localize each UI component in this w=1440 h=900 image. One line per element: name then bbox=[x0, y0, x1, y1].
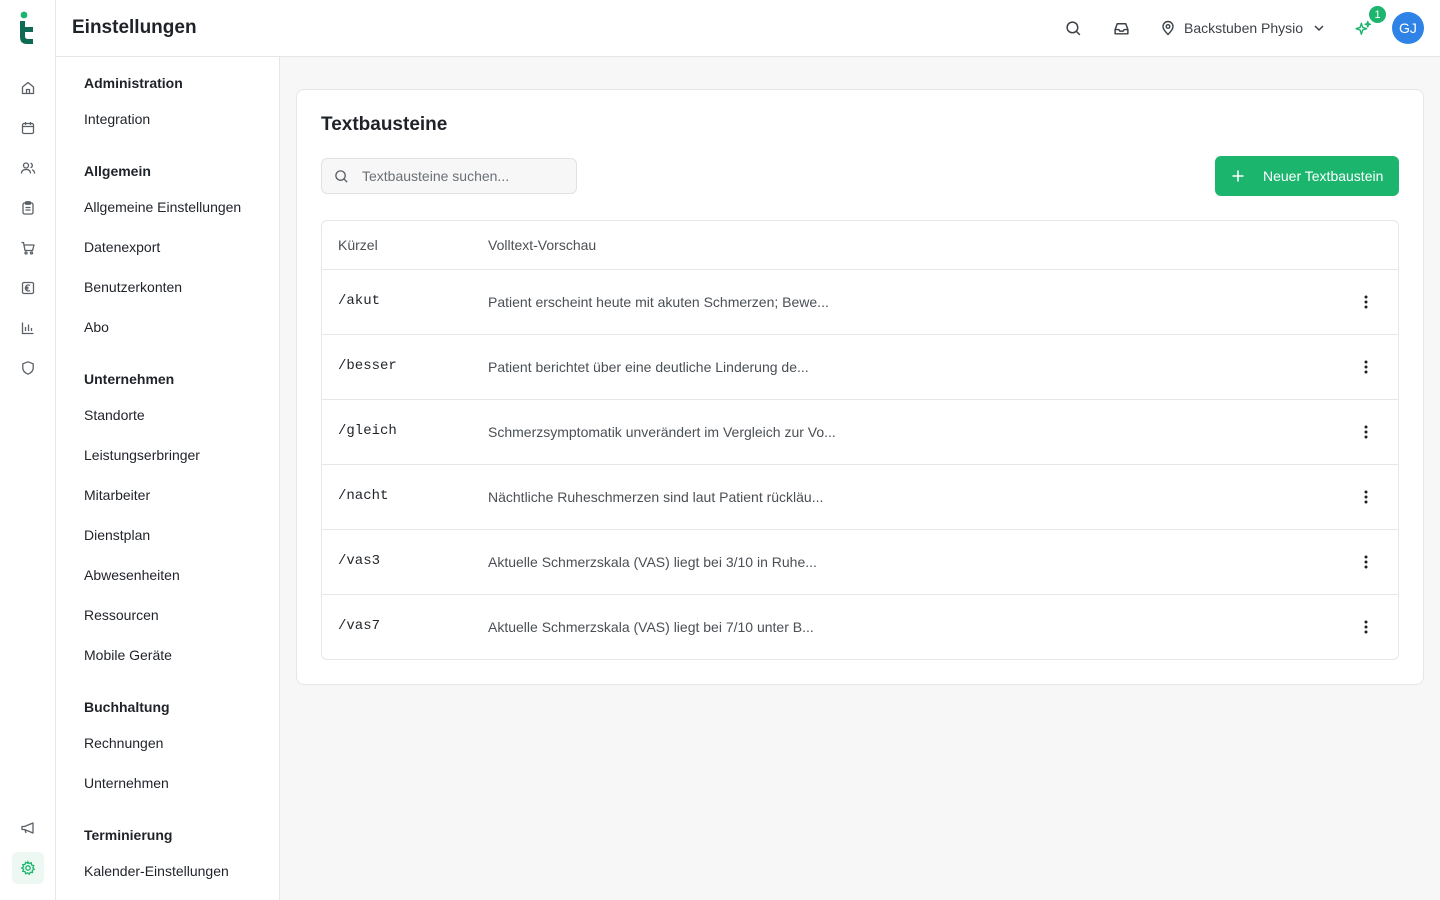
new-snippet-label: Neuer Textbaustein bbox=[1263, 168, 1384, 184]
more-vertical-icon bbox=[1364, 620, 1368, 634]
sparkles-icon bbox=[1354, 20, 1371, 35]
snippet-search[interactable] bbox=[321, 158, 577, 194]
table-header: Kürzel Volltext-Vorschau bbox=[322, 221, 1398, 270]
column-header-preview: Volltext-Vorschau bbox=[488, 237, 597, 253]
page-title: Einstellungen bbox=[72, 17, 197, 38]
more-vertical-icon bbox=[1364, 555, 1368, 569]
rail-settings[interactable] bbox=[12, 852, 44, 884]
snippet-preview: Schmerzsymptomatik unverändert im Vergle… bbox=[488, 424, 836, 440]
nav-item-integration[interactable]: Integration bbox=[84, 111, 150, 127]
row-actions-button[interactable] bbox=[1356, 617, 1376, 637]
rail-security[interactable] bbox=[12, 352, 44, 384]
row-actions-button[interactable] bbox=[1356, 487, 1376, 507]
new-snippet-button[interactable]: Neuer Textbaustein bbox=[1215, 156, 1399, 196]
nav-item-mobile-devices[interactable]: Mobile Geräte bbox=[84, 647, 172, 663]
search-icon bbox=[335, 169, 348, 183]
gear-icon bbox=[20, 860, 36, 876]
snippet-preview: Patient berichtet über eine deutliche Li… bbox=[488, 359, 809, 375]
more-vertical-icon bbox=[1364, 295, 1368, 309]
map-pin-icon bbox=[1162, 20, 1174, 36]
nav-item-data-export[interactable]: Datenexport bbox=[84, 239, 160, 255]
table-row[interactable]: /vas3 Aktuelle Schmerzskala (VAS) liegt … bbox=[322, 530, 1398, 595]
app-logo[interactable] bbox=[16, 10, 40, 46]
rail-tasks[interactable] bbox=[12, 192, 44, 224]
card-title: Textbausteine bbox=[321, 114, 448, 135]
rail-home[interactable] bbox=[12, 72, 44, 104]
snippet-shortcut: /vas3 bbox=[338, 553, 381, 569]
inbox-icon bbox=[1113, 22, 1129, 35]
top-header: Einstellungen Backstuben Physio 1 GJ bbox=[56, 0, 1440, 57]
table-row[interactable]: /besser Patient berichtet über eine deut… bbox=[322, 335, 1398, 400]
snippet-search-input[interactable] bbox=[362, 168, 562, 184]
chevron-down-icon bbox=[1314, 25, 1324, 32]
table-row[interactable]: /nacht Nächtliche Ruheschmerzen sind lau… bbox=[322, 465, 1398, 530]
text-snippets-card: Textbausteine Neuer Textbaustein Kürzel … bbox=[296, 89, 1424, 685]
rail-billing[interactable] bbox=[12, 272, 44, 304]
snippet-shortcut: /besser bbox=[338, 358, 397, 374]
calendar-icon bbox=[21, 122, 35, 135]
section-allgemein: Allgemein bbox=[84, 163, 151, 179]
table-row[interactable]: /akut Patient erscheint heute mit akuten… bbox=[322, 270, 1398, 335]
section-buchhaltung: Buchhaltung bbox=[84, 699, 170, 715]
more-vertical-icon bbox=[1364, 490, 1368, 504]
inbox-button[interactable] bbox=[1111, 18, 1131, 38]
location-name: Backstuben Physio bbox=[1184, 20, 1304, 36]
settings-sidebar: Administration Integration Allgemein All… bbox=[56, 57, 280, 900]
users-icon bbox=[20, 162, 36, 174]
whats-new-button[interactable] bbox=[1353, 18, 1373, 38]
row-actions-button[interactable] bbox=[1356, 552, 1376, 572]
cart-icon bbox=[21, 241, 35, 255]
clipboard-icon bbox=[22, 201, 34, 215]
nav-item-invoices[interactable]: Rechnungen bbox=[84, 735, 163, 751]
column-header-shortcut: Kürzel bbox=[338, 237, 378, 253]
row-actions-button[interactable] bbox=[1356, 357, 1376, 377]
nav-item-locations[interactable]: Standorte bbox=[84, 407, 145, 423]
nav-item-absences[interactable]: Abwesenheiten bbox=[84, 567, 180, 583]
rail-patients[interactable] bbox=[12, 152, 44, 184]
section-unternehmen: Unternehmen bbox=[84, 371, 175, 387]
search-icon bbox=[1065, 20, 1080, 35]
snippet-preview: Aktuelle Schmerzskala (VAS) liegt bei 3/… bbox=[488, 554, 817, 570]
icon-rail bbox=[0, 0, 56, 900]
table-row[interactable]: /gleich Schmerzsymptomatik unverändert i… bbox=[322, 400, 1398, 465]
more-vertical-icon bbox=[1364, 360, 1368, 374]
snippet-shortcut: /nacht bbox=[338, 488, 389, 504]
nav-item-providers[interactable]: Leistungserbringer bbox=[84, 447, 200, 463]
snippet-preview: Patient erscheint heute mit akuten Schme… bbox=[488, 294, 829, 310]
plus-icon bbox=[1232, 170, 1244, 182]
nav-item-general-settings[interactable]: Allgemeine Einstellungen bbox=[84, 199, 241, 215]
row-actions-button[interactable] bbox=[1356, 422, 1376, 442]
snippet-shortcut: /gleich bbox=[338, 423, 397, 439]
shield-icon bbox=[22, 361, 34, 375]
row-actions-button[interactable] bbox=[1356, 292, 1376, 312]
snippet-preview: Nächtliche Ruheschmerzen sind laut Patie… bbox=[488, 489, 824, 505]
snippets-table: Kürzel Volltext-Vorschau /akut Patient e… bbox=[321, 220, 1399, 660]
nav-item-calendar-settings[interactable]: Kalender-Einstellungen bbox=[84, 863, 229, 879]
global-search-button[interactable] bbox=[1063, 18, 1083, 38]
snippet-shortcut: /akut bbox=[338, 293, 381, 309]
nav-item-duty-roster[interactable]: Dienstplan bbox=[84, 527, 150, 543]
chart-icon bbox=[21, 322, 34, 335]
location-selector[interactable]: Backstuben Physio bbox=[1160, 18, 1327, 38]
euro-icon bbox=[21, 281, 35, 295]
user-avatar[interactable]: GJ bbox=[1392, 12, 1424, 44]
rail-statistics[interactable] bbox=[12, 312, 44, 344]
section-administration: Administration bbox=[84, 75, 183, 91]
nav-item-resources[interactable]: Ressourcen bbox=[84, 607, 159, 623]
nav-item-subscription[interactable]: Abo bbox=[84, 319, 109, 335]
megaphone-icon bbox=[21, 822, 34, 834]
rail-shop[interactable] bbox=[12, 232, 44, 264]
nav-item-company[interactable]: Unternehmen bbox=[84, 775, 169, 791]
nav-item-employees[interactable]: Mitarbeiter bbox=[84, 487, 150, 503]
table-row[interactable]: /vas7 Aktuelle Schmerzskala (VAS) liegt … bbox=[322, 595, 1398, 659]
nav-item-user-accounts[interactable]: Benutzerkonten bbox=[84, 279, 182, 295]
snippet-preview: Aktuelle Schmerzskala (VAS) liegt bei 7/… bbox=[488, 619, 814, 635]
home-icon bbox=[21, 81, 35, 95]
section-terminierung: Terminierung bbox=[84, 827, 173, 843]
rail-calendar[interactable] bbox=[12, 112, 44, 144]
snippet-shortcut: /vas7 bbox=[338, 618, 381, 634]
notification-badge: 1 bbox=[1369, 6, 1386, 23]
rail-announcements[interactable] bbox=[12, 812, 44, 844]
more-vertical-icon bbox=[1364, 425, 1368, 439]
